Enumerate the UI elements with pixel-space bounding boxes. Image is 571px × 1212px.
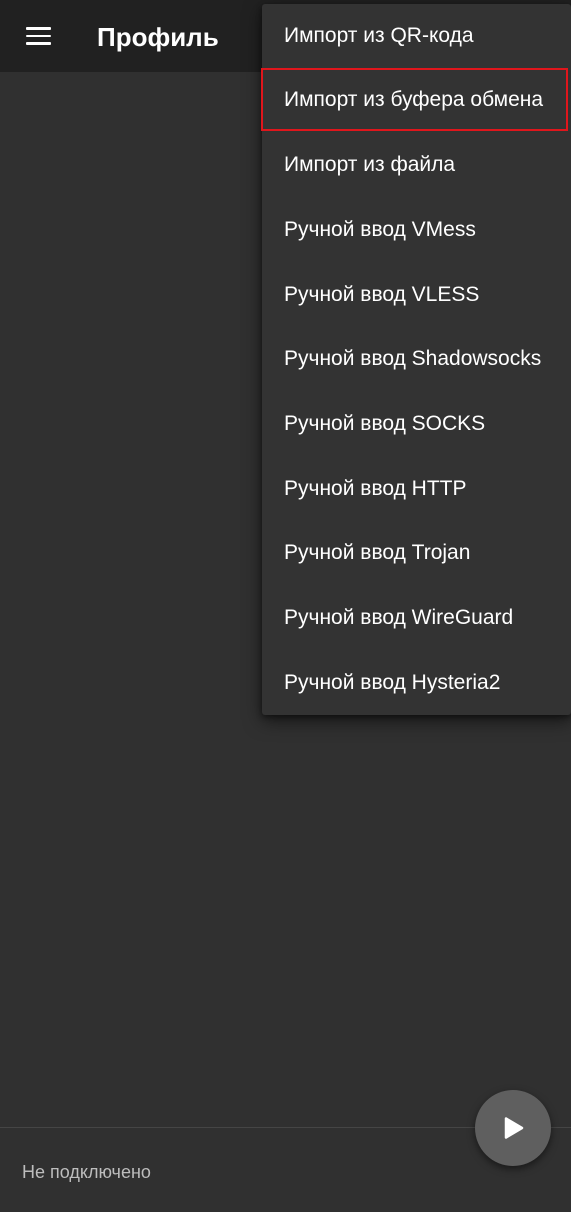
menu-item-manual-vmess[interactable]: Ручной ввод VMess <box>262 198 571 262</box>
connect-fab-button[interactable] <box>475 1090 551 1166</box>
play-icon <box>504 1117 524 1139</box>
hamburger-menu-icon <box>25 27 51 45</box>
menu-item-manual-trojan[interactable]: Ручной ввод Trojan <box>262 521 571 585</box>
menu-item-manual-shadowsocks[interactable]: Ручной ввод Shadowsocks <box>262 327 571 391</box>
menu-item-manual-hysteria2[interactable]: Ручной ввод Hysteria2 <box>262 651 571 715</box>
menu-item-import-qr[interactable]: Импорт из QR-кода <box>262 4 571 68</box>
menu-item-import-file[interactable]: Импорт из файла <box>262 133 571 197</box>
navigation-menu-button[interactable] <box>14 13 62 59</box>
menu-item-manual-wireguard[interactable]: Ручной ввод WireGuard <box>262 586 571 650</box>
import-popup-menu: Импорт из QR-кода Импорт из буфера обмен… <box>262 4 571 715</box>
menu-item-manual-http[interactable]: Ручной ввод HTTP <box>262 457 571 521</box>
page-title: Профиль <box>97 22 219 52</box>
menu-item-manual-socks[interactable]: Ручной ввод SOCKS <box>262 392 571 456</box>
menu-item-import-clipboard[interactable]: Импорт из буфера обмена <box>262 68 571 132</box>
profile-screen: Профиль Импорт из QR-кода Импорт из буфе… <box>0 0 571 1212</box>
connection-status-text: Не подключено <box>22 1162 151 1182</box>
menu-item-manual-vless[interactable]: Ручной ввод VLESS <box>262 263 571 327</box>
